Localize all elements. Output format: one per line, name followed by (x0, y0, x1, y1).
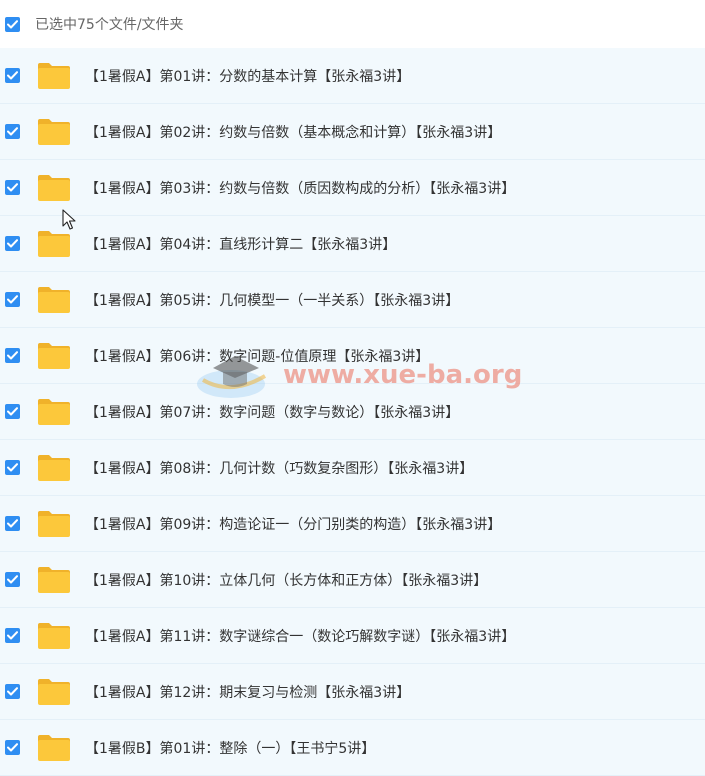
checkmark-icon (7, 575, 18, 584)
selection-header: 已选中75个文件/文件夹 (0, 0, 705, 48)
folder-icon (38, 174, 70, 201)
file-name[interactable]: 【1暑假A】第07讲：数字问题（数字与数论）【张永福3讲】 (85, 402, 459, 422)
row-checkbox[interactable] (5, 572, 20, 587)
selection-count-label: 已选中75个文件/文件夹 (35, 17, 184, 33)
row-checkbox[interactable] (5, 460, 20, 475)
select-all-checkbox[interactable] (5, 16, 20, 32)
mouse-cursor-icon (62, 209, 76, 230)
checkmark-icon (7, 295, 18, 304)
file-row[interactable]: 【1暑假A】第01讲：分数的基本计算【张永福3讲】 (0, 48, 705, 104)
row-checkbox[interactable] (5, 68, 20, 83)
row-checkbox[interactable] (5, 180, 20, 195)
folder-icon (38, 734, 70, 761)
checkmark-icon (7, 631, 18, 640)
file-name[interactable]: 【1暑假A】第05讲：几何模型一（一半关系）【张永福3讲】 (85, 290, 459, 310)
folder-icon (38, 622, 70, 649)
file-name[interactable]: 【1暑假A】第08讲：几何计数（巧数复杂图形）【张永福3讲】 (85, 458, 473, 478)
file-row[interactable]: 【1暑假A】第04讲：直线形计算二【张永福3讲】 (0, 216, 705, 272)
checkmark-icon (7, 19, 18, 28)
folder-icon (38, 342, 70, 369)
folder-icon (38, 510, 70, 537)
folder-icon (38, 398, 70, 425)
checkmark-icon (7, 71, 18, 80)
file-name[interactable]: 【1暑假A】第12讲：期末复习与检测【张永福3讲】 (85, 682, 410, 702)
checkmark-icon (7, 127, 18, 136)
file-name[interactable]: 【1暑假A】第04讲：直线形计算二【张永福3讲】 (85, 234, 396, 254)
file-name[interactable]: 【1暑假A】第10讲：立体几何（长方体和正方体）【张永福3讲】 (85, 570, 487, 590)
checkmark-icon (7, 183, 18, 192)
file-name[interactable]: 【1暑假A】第11讲：数字谜综合一（数论巧解数字谜）【张永福3讲】 (85, 626, 515, 646)
row-checkbox[interactable] (5, 292, 20, 307)
row-checkbox[interactable] (5, 404, 20, 419)
folder-icon (38, 62, 70, 89)
row-checkbox[interactable] (5, 628, 20, 643)
row-checkbox[interactable] (5, 124, 20, 139)
folder-icon (38, 566, 70, 593)
folder-icon (38, 454, 70, 481)
row-checkbox[interactable] (5, 740, 20, 755)
file-row[interactable]: 【1暑假A】第12讲：期末复习与检测【张永福3讲】 (0, 664, 705, 720)
file-row[interactable]: 【1暑假A】第06讲：数字问题-位值原理【张永福3讲】 (0, 328, 705, 384)
checkmark-icon (7, 519, 18, 528)
file-name[interactable]: 【1暑假A】第03讲：约数与倍数（质因数构成的分析）【张永福3讲】 (85, 178, 515, 198)
file-row[interactable]: 【1暑假A】第05讲：几何模型一（一半关系）【张永福3讲】 (0, 272, 705, 328)
file-row[interactable]: 【1暑假A】第09讲：构造论证一（分门别类的构造）【张永福3讲】 (0, 496, 705, 552)
file-row[interactable]: 【1暑假A】第03讲：约数与倍数（质因数构成的分析）【张永福3讲】 (0, 160, 705, 216)
file-row[interactable]: 【1暑假A】第02讲：约数与倍数（基本概念和计算）【张永福3讲】 (0, 104, 705, 160)
row-checkbox[interactable] (5, 236, 20, 251)
checkmark-icon (7, 239, 18, 248)
file-row[interactable]: 【1暑假B】第01讲：整除（一）【王书宁5讲】 (0, 720, 705, 776)
checkmark-icon (7, 351, 18, 360)
file-name[interactable]: 【1暑假A】第02讲：约数与倍数（基本概念和计算）【张永福3讲】 (85, 122, 501, 142)
file-list: 【1暑假A】第01讲：分数的基本计算【张永福3讲】 【1暑假A】第02讲：约数与… (0, 48, 705, 776)
file-row[interactable]: 【1暑假A】第11讲：数字谜综合一（数论巧解数字谜）【张永福3讲】 (0, 608, 705, 664)
folder-icon (38, 118, 70, 145)
file-name[interactable]: 【1暑假B】第01讲：整除（一）【王书宁5讲】 (85, 738, 375, 758)
checkmark-icon (7, 743, 18, 752)
row-checkbox[interactable] (5, 516, 20, 531)
row-checkbox[interactable] (5, 348, 20, 363)
file-row[interactable]: 【1暑假A】第08讲：几何计数（巧数复杂图形）【张永福3讲】 (0, 440, 705, 496)
file-name[interactable]: 【1暑假A】第09讲：构造论证一（分门别类的构造）【张永福3讲】 (85, 514, 501, 534)
file-row[interactable]: 【1暑假A】第10讲：立体几何（长方体和正方体）【张永福3讲】 (0, 552, 705, 608)
file-name[interactable]: 【1暑假A】第01讲：分数的基本计算【张永福3讲】 (85, 66, 410, 86)
row-checkbox[interactable] (5, 684, 20, 699)
checkmark-icon (7, 463, 18, 472)
file-row[interactable]: 【1暑假A】第07讲：数字问题（数字与数论）【张永福3讲】 (0, 384, 705, 440)
file-name[interactable]: 【1暑假A】第06讲：数字问题-位值原理【张永福3讲】 (85, 346, 429, 366)
folder-icon (38, 286, 70, 313)
checkmark-icon (7, 407, 18, 416)
folder-icon (38, 678, 70, 705)
folder-icon (38, 230, 70, 257)
checkmark-icon (7, 687, 18, 696)
